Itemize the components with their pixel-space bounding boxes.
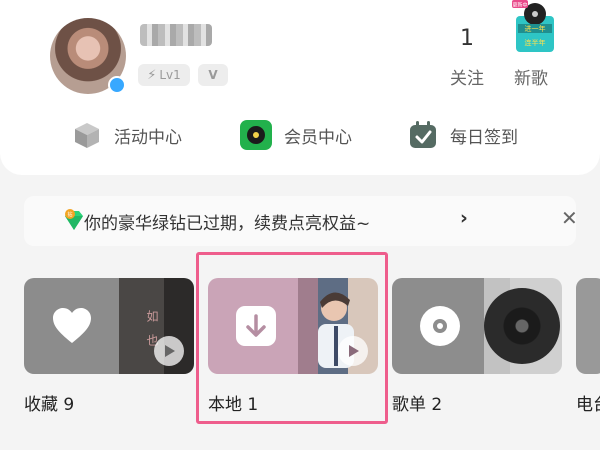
tile-playlists-label[interactable]: 歌单 2: [392, 390, 442, 415]
highlight-box: [196, 252, 388, 424]
tile-favorites-cover: [24, 278, 119, 374]
disc-icon: [419, 306, 460, 346]
play-icon[interactable]: [154, 336, 184, 366]
username-blurred[interactable]: [140, 24, 212, 46]
stat-follow[interactable]: 1 关注: [440, 26, 494, 89]
quick-link-label: 每日签到: [450, 127, 518, 148]
bolt-icon: ⚡: [147, 67, 157, 83]
tile-radio[interactable]: [576, 278, 600, 374]
new-songs-label: 新歌: [514, 69, 548, 89]
profile-card: ⚡ Lv1 V 1 关注 新歌 进一年 连半年 更新中 活动中心 会员中心 每日…: [0, 0, 600, 175]
vip-expired-banner[interactable]: 钻 你的豪华绿钻已过期，续费点亮权益~ › ✕: [24, 196, 578, 246]
tile-radio-label[interactable]: 电台: [576, 390, 600, 415]
follow-label: 关注: [450, 69, 484, 89]
new-songs-record-icon[interactable]: 进一年 连半年 更新中: [512, 0, 558, 54]
vinyl-record-art: [484, 288, 560, 364]
quick-link-label: 会员中心: [284, 127, 352, 148]
tile-playlists-cover: [392, 278, 487, 374]
quick-link-daily-checkin[interactable]: 每日签到: [408, 118, 518, 152]
close-icon[interactable]: ✕: [561, 206, 578, 230]
avatar-status-icon: [108, 76, 126, 94]
cube-icon: [72, 120, 102, 150]
tile-favorites-label[interactable]: 收藏 9: [24, 390, 74, 415]
quick-link-label: 活动中心: [114, 127, 182, 148]
vinyl-vip-icon: [240, 120, 272, 150]
newsong-art-text-0: 更新中: [512, 2, 527, 9]
level-badge[interactable]: ⚡ Lv1: [138, 64, 190, 86]
calendar-check-icon: [408, 120, 438, 150]
green-diamond-icon: 钻: [65, 209, 83, 230]
tile-favorites[interactable]: 如 也: [24, 278, 194, 374]
vip-badge[interactable]: V: [198, 64, 228, 86]
tile-playlists[interactable]: [392, 278, 562, 374]
chevron-right-icon[interactable]: ›: [460, 207, 468, 229]
newsong-art-text-2: 连半年: [525, 38, 546, 47]
banner-text: 你的豪华绿钻已过期，续费点亮权益~: [84, 214, 371, 234]
heart-icon: [52, 308, 91, 343]
quick-link-activity[interactable]: 活动中心: [72, 118, 182, 152]
follow-count: 1: [460, 26, 474, 51]
quick-link-vip-center[interactable]: 会员中心: [240, 118, 352, 152]
level-badge-text: Lv1: [159, 68, 181, 82]
gem-badge-text: 钻: [67, 211, 72, 218]
newsong-art-text-1: 进一年: [525, 24, 546, 33]
